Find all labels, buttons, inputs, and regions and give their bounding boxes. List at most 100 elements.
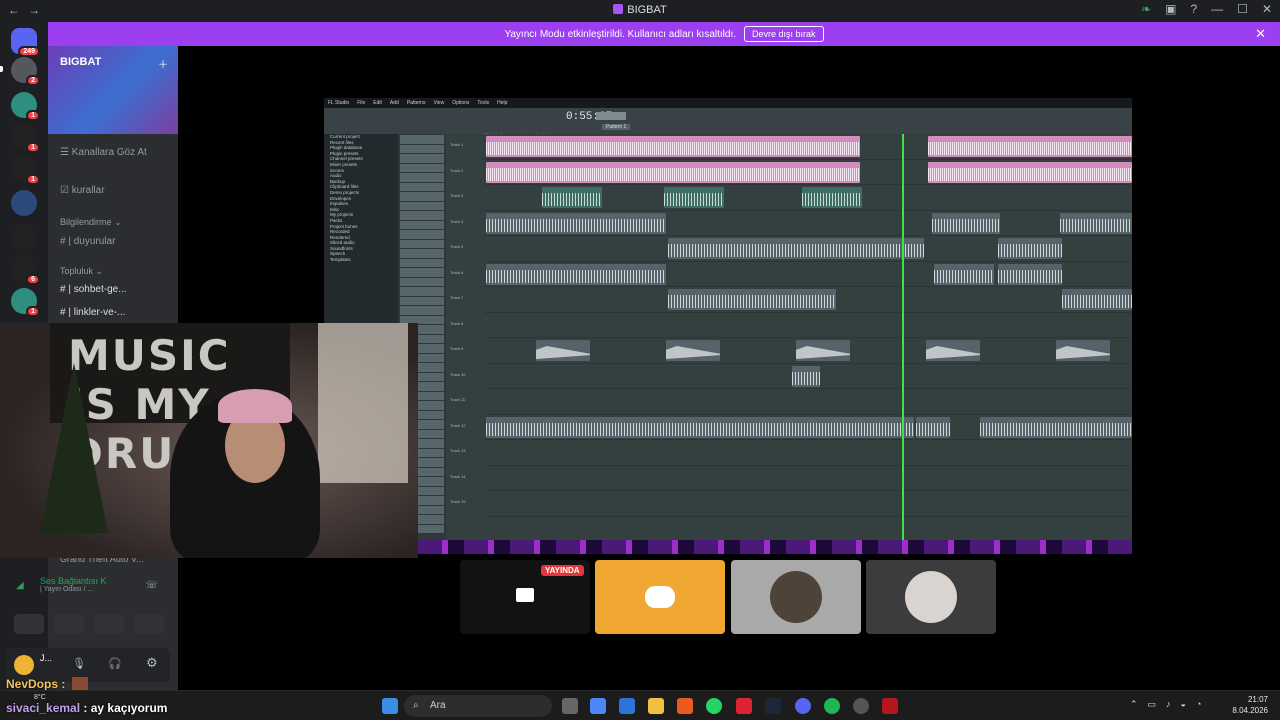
fl-audio-clip[interactable] [928, 161, 1132, 183]
channel-item[interactable]: # | linkler-ve-... [60, 307, 125, 318]
fl-audio-clip[interactable] [668, 289, 836, 310]
fl-track-lane[interactable] [484, 287, 1132, 313]
screen-share-fl-studio[interactable]: FL Studio File Edit Add Patterns View Options T… [324, 98, 1132, 540]
server-icon[interactable] [11, 190, 37, 216]
soundboard-button[interactable] [134, 614, 164, 634]
fl-channel-strip[interactable] [400, 277, 444, 286]
fl-track-lane[interactable] [484, 313, 1132, 338]
help-icon[interactable]: ? [1190, 2, 1197, 16]
opera-icon[interactable] [736, 698, 752, 714]
fl-channel-strip[interactable] [400, 268, 444, 277]
fl-track-lane[interactable] [484, 262, 1132, 287]
fl-track-label[interactable]: Track 8 [446, 321, 482, 326]
fl-channel-strip[interactable] [400, 182, 444, 191]
fl-track-lane[interactable] [484, 364, 1132, 389]
task-view-icon[interactable] [562, 698, 578, 714]
store-icon[interactable] [619, 698, 635, 714]
fl-audio-clip[interactable] [486, 416, 914, 438]
fl-channel-strip[interactable] [400, 258, 444, 267]
fl-audio-clip[interactable] [932, 212, 1000, 234]
fl-track-label[interactable]: Track 14 [446, 474, 482, 479]
fl-audio-clip[interactable] [998, 263, 1062, 285]
fl-channel-strip[interactable] [400, 211, 444, 220]
channel-item[interactable]: # | sohbet-ge... [60, 284, 127, 295]
screen-share-button[interactable] [54, 614, 84, 634]
discord-icon[interactable] [795, 698, 811, 714]
fl-track-label[interactable]: Track 15 [446, 499, 482, 504]
fl-audio-clip[interactable] [666, 340, 720, 361]
fl-audio-clip[interactable] [536, 340, 590, 361]
fl-track-label[interactable]: Track 5 [446, 244, 482, 249]
fl-track-lane[interactable] [484, 211, 1132, 236]
fl-track-lane[interactable] [484, 466, 1132, 491]
fl-audio-clip[interactable] [802, 187, 862, 208]
fl-channel-strip[interactable] [400, 296, 444, 305]
fl-channel-strip[interactable] [400, 192, 444, 201]
maximize-icon[interactable]: ☐ [1237, 2, 1248, 16]
fl-track-lane[interactable] [484, 389, 1132, 415]
fl-track-lane[interactable] [484, 160, 1132, 185]
banner-close-icon[interactable]: ✕ [1255, 26, 1266, 42]
fl-track-lane[interactable] [484, 338, 1132, 364]
server-icon[interactable] [11, 224, 37, 250]
fl-channel-strip[interactable] [400, 173, 444, 182]
fl-audio-clip[interactable] [926, 340, 980, 361]
inbox-icon[interactable]: ▣ [1165, 2, 1176, 16]
fl-audio-clip[interactable] [486, 212, 666, 234]
browser-icon[interactable] [677, 698, 693, 714]
spotify-icon[interactable] [824, 698, 840, 714]
participant-tile[interactable] [595, 560, 725, 634]
fl-channel-strip[interactable] [400, 287, 444, 296]
fl-audio-clip[interactable] [664, 187, 724, 208]
fl-track-label[interactable]: Track 2 [446, 168, 482, 173]
fl-audio-clip[interactable] [1060, 212, 1132, 234]
category-header[interactable]: Bilgilendirme ⌄ [60, 217, 122, 228]
taskbar-search[interactable]: ⌕ Ara [404, 695, 552, 717]
fl-track-label[interactable]: Track 1 [446, 142, 482, 147]
fl-audio-clip[interactable] [668, 238, 924, 259]
close-window-icon[interactable]: ✕ [1262, 2, 1272, 16]
sidebar-item-browse[interactable]: ☰ Kanallara Göz At [60, 147, 147, 158]
fl-menu-item[interactable]: View [433, 100, 444, 106]
fl-track-label[interactable]: Track 10 [446, 372, 482, 377]
fl-track-label[interactable]: Track 7 [446, 295, 482, 300]
obs-icon[interactable] [853, 698, 869, 714]
fl-audio-clip[interactable] [1062, 289, 1132, 310]
fl-audio-clip[interactable] [792, 365, 820, 387]
add-user-icon[interactable]: ＋ [158, 56, 168, 71]
fl-audio-clip[interactable] [998, 238, 1062, 259]
fl-channel-strip[interactable] [400, 163, 444, 172]
fl-browser-item[interactable]: Templates [324, 257, 398, 263]
fl-audio-clip[interactable] [542, 187, 602, 208]
server-icon[interactable]: 1 [11, 288, 40, 317]
headphones-icon[interactable]: 🎧 [108, 657, 122, 670]
file-explorer-icon[interactable] [648, 698, 664, 714]
fl-track-lane[interactable] [484, 236, 1132, 262]
fl-audio-clip[interactable] [796, 340, 850, 361]
minimize-icon[interactable]: — [1211, 2, 1223, 16]
fl-channel-strip[interactable] [400, 249, 444, 258]
copilot-icon[interactable] [590, 698, 606, 714]
disable-streamer-mode-button[interactable]: Devre dışı bırak [744, 26, 824, 42]
fl-menu-item[interactable]: Patterns [407, 100, 426, 106]
fl-track-lane[interactable] [484, 440, 1132, 466]
fl-audio-clip[interactable] [486, 263, 666, 285]
channel-item[interactable]: # | duyurular [60, 236, 115, 247]
server-icon[interactable]: 2 [11, 57, 40, 86]
app-icon[interactable] [882, 698, 898, 714]
fl-track-label[interactable]: Track 3 [446, 193, 482, 198]
participant-tile[interactable] [866, 560, 996, 634]
fl-track-lane[interactable] [484, 415, 1132, 440]
fl-channel-strip[interactable] [400, 135, 444, 144]
fl-menu-item[interactable]: Tools [477, 100, 489, 106]
tray-icons[interactable]: ⌃▭♪◒◔ [1130, 699, 1211, 710]
fl-pattern-select[interactable]: Pattern 1 [602, 124, 631, 130]
avatar[interactable] [14, 655, 34, 675]
fl-channel-strip[interactable] [400, 154, 444, 163]
fl-menu-item[interactable]: Add [390, 100, 399, 106]
fl-menu-item[interactable]: FL Studio [328, 100, 349, 106]
fl-audio-clip[interactable] [486, 161, 860, 183]
fl-channel-strip[interactable] [400, 220, 444, 229]
fl-track-label[interactable]: Track 12 [446, 423, 482, 428]
sidebar-item-rules[interactable]: ☑ kurallar [60, 185, 105, 196]
